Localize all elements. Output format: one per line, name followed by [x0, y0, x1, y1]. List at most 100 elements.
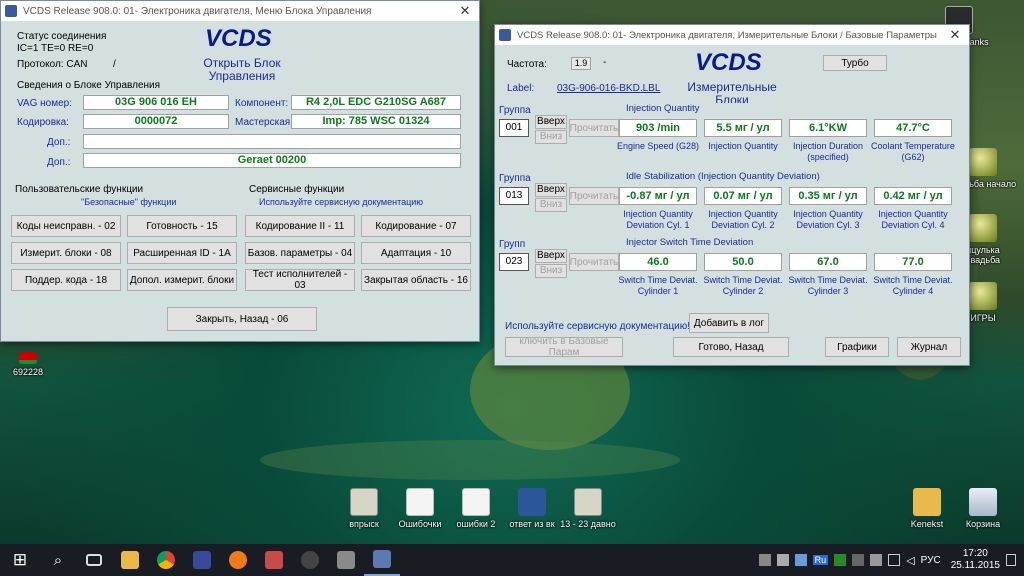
file-explorer-icon[interactable]: [112, 544, 148, 576]
measured-value-4: 0.42 мг / ул: [874, 187, 952, 205]
notifications-icon[interactable]: [1006, 554, 1016, 566]
group-down-button[interactable]: Вниз: [535, 130, 567, 144]
steam-icon[interactable]: [292, 544, 328, 576]
graphs-button[interactable]: Графики: [825, 337, 889, 357]
desktop-icon-recycle-bin[interactable]: Корзина: [948, 488, 1018, 529]
start-button[interactable]: ⊞: [0, 544, 40, 576]
group-read-button[interactable]: Прочитать: [569, 253, 619, 271]
system-tray: Ru ◁ РУС 17:20 25.11.2015: [758, 544, 1024, 576]
group-number-input[interactable]: 013: [499, 187, 529, 205]
connection-status-line: IC=1 TE=0 RE=0: [17, 43, 94, 54]
window-titlebar[interactable]: VCDS Release 908.0: 01- Электроника двиг…: [495, 25, 969, 45]
tray-icon[interactable]: [870, 554, 883, 566]
workshop-label: Мастерская:: [235, 117, 293, 128]
supported-codes-button[interactable]: Поддер. кода - 18: [11, 269, 121, 291]
measured-value-3: 0.35 мг / ул: [789, 187, 867, 205]
vcds-measuring-window: VCDS Release 908.0: 01- Электроника двиг…: [494, 24, 970, 366]
output-tests-button[interactable]: Тест исполнителей - 03: [245, 269, 355, 291]
group-title: Injection Quantity: [626, 103, 700, 114]
group-up-button[interactable]: Вверх: [535, 183, 567, 197]
component-label: Компонент:: [235, 98, 289, 109]
network-icon[interactable]: [888, 554, 901, 566]
tray-icon[interactable]: [758, 554, 771, 566]
tray-icon[interactable]: [852, 554, 865, 566]
ecu-info-title: Сведения о Блоке Управления: [17, 80, 161, 91]
avast-icon[interactable]: [220, 544, 256, 576]
component-field: R4 2,0L EDC G210SG A687: [291, 95, 461, 110]
close-icon[interactable]: ✕: [941, 27, 969, 43]
coding-label: Кодировка:: [17, 117, 69, 128]
close-back-button[interactable]: Закрыть, Назад - 06: [167, 307, 317, 331]
tray-icon[interactable]: [776, 554, 789, 566]
desktop-icon-692228[interactable]: 692228: [0, 352, 64, 377]
group-up-button[interactable]: Вверх: [535, 115, 567, 129]
search-icon[interactable]: ⌕: [40, 544, 76, 576]
frequency-value: 1.9: [571, 57, 591, 70]
group-down-button[interactable]: Вниз: [535, 198, 567, 212]
tray-icon[interactable]: [834, 554, 847, 566]
group-up-button[interactable]: Вверх: [535, 249, 567, 263]
window-title: VCDS Release 908.0: 01- Электроника двиг…: [23, 5, 372, 17]
flag-icon: [19, 352, 37, 364]
language-indicator[interactable]: РУС: [921, 555, 941, 566]
advanced-id-button[interactable]: Расширенная ID - 1A: [127, 242, 237, 264]
clock[interactable]: 17:20 25.11.2015: [951, 548, 1000, 572]
group-read-button[interactable]: Прочитать: [569, 187, 619, 205]
add-to-log-button[interactable]: Добавить в лог: [689, 313, 769, 333]
save-app-icon[interactable]: [184, 544, 220, 576]
switch-basic-settings-button[interactable]: ключить в Базовые Парам: [505, 336, 623, 358]
media-player-icon[interactable]: [328, 544, 364, 576]
workshop-field: Imp: 785 WSC 01324: [291, 114, 461, 129]
group-title: Idle Stabilization (Injection Quantity D…: [626, 171, 820, 182]
window-title: VCDS Release 908.0: 01- Электроника двиг…: [517, 29, 937, 41]
clock-time: 17:20: [962, 548, 988, 559]
additional-measuring-blocks-button[interactable]: Допол. измерит. блоки: [127, 269, 237, 291]
volume-icon[interactable]: ◁: [906, 554, 914, 567]
close-icon[interactable]: ✕: [451, 3, 479, 19]
group-label: Групп: [499, 239, 526, 250]
heading-line-2: Блоки: [715, 93, 749, 104]
frequency-label: Частота:: [507, 59, 547, 70]
desktop-icon-13-23-davno[interactable]: 13 - 23 давно: [552, 488, 624, 529]
program-icon: [350, 488, 378, 516]
window-heading: Измерительные Блоки: [671, 81, 793, 103]
service-doc-note: Используйте сервисную документацию!: [505, 321, 691, 332]
tray-icon[interactable]: [794, 554, 807, 566]
measuring-blocks-button[interactable]: Измерит. блоки - 08: [11, 242, 121, 264]
document-icon: [462, 488, 490, 516]
extra2-label: Доп.:: [47, 157, 71, 168]
window-heading: Открыть Блок Управления: [187, 57, 297, 83]
ru-lang-icon[interactable]: Ru: [812, 555, 829, 565]
label-file-link[interactable]: 03G-906-016-BKD.LBL: [557, 83, 660, 94]
protocol-text: Протокол: CAN: [17, 59, 88, 70]
coding-ii-button[interactable]: Кодирование II - 11: [245, 215, 355, 237]
media-icon: [969, 148, 997, 176]
basic-settings-button[interactable]: Базов. параметры - 04: [245, 242, 355, 264]
readiness-button[interactable]: Готовность - 15: [127, 215, 237, 237]
security-access-button[interactable]: Закрытая область - 16: [361, 269, 471, 291]
frequency-dash: -: [603, 57, 607, 68]
measured-value-2: 0.07 мг / ул: [704, 187, 782, 205]
chrome-icon[interactable]: [148, 544, 184, 576]
extra1-field: [83, 134, 461, 149]
vcds-taskbar-icon[interactable]: [364, 544, 400, 576]
group-read-button[interactable]: Прочитать: [569, 119, 619, 137]
extra2-field: Geraet 00200: [83, 153, 461, 168]
coding-button[interactable]: Кодирование - 07: [361, 215, 471, 237]
journal-button[interactable]: Журнал: [897, 337, 961, 357]
measured-value-2: 50.0: [704, 253, 782, 271]
app-icon[interactable]: [256, 544, 292, 576]
window-titlebar[interactable]: VCDS Release 908.0: 01- Электроника двиг…: [1, 1, 479, 21]
group-number-input[interactable]: 001: [499, 119, 529, 137]
group-label: Группа: [499, 173, 531, 184]
adaptation-button[interactable]: Адаптация - 10: [361, 242, 471, 264]
document-icon: [406, 488, 434, 516]
turbo-button[interactable]: Турбо: [823, 55, 887, 71]
task-view-icon[interactable]: [76, 544, 112, 576]
done-back-button[interactable]: Готово, Назад: [673, 337, 789, 357]
group-down-button[interactable]: Вниз: [535, 264, 567, 278]
measured-value-1: 903 /min: [619, 119, 697, 137]
group-number-input[interactable]: 023: [499, 253, 529, 271]
measured-value-1: -0.87 мг / ул: [619, 187, 697, 205]
fault-codes-button[interactable]: Коды неисправн. - 02: [11, 215, 121, 237]
